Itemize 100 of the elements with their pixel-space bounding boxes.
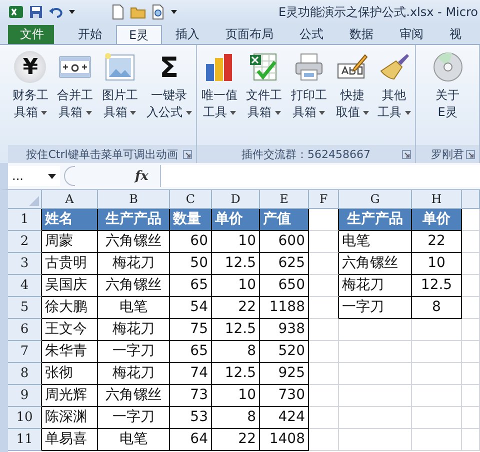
row-header[interactable]: 1	[8, 209, 42, 231]
table-cell: 电笔	[339, 231, 412, 253]
empty-cell	[412, 385, 462, 407]
empty-cell	[462, 385, 480, 407]
empty-cell	[412, 363, 462, 385]
file-tab[interactable]: 文件	[8, 25, 54, 44]
table-cell: 50	[170, 253, 212, 275]
table-cell: 单易喜	[42, 429, 98, 451]
ribbon-button[interactable]: 图片工 具箱	[100, 49, 139, 145]
row-header[interactable]: 5	[8, 297, 42, 319]
column-header[interactable]: H	[412, 190, 462, 209]
header-cell: 姓名	[42, 209, 98, 231]
table-cell: 22	[212, 297, 260, 319]
table-cell: 一字刀	[98, 341, 170, 363]
ribbon-tab[interactable]: E灵	[116, 25, 162, 44]
table-cell: 65	[170, 341, 212, 363]
table-cell: 424	[260, 407, 309, 429]
table-cell: 梅花刀	[98, 363, 170, 385]
ribbon-button[interactable]: 文件工 具箱	[245, 49, 284, 145]
ribbon-tab[interactable]: 公式	[288, 25, 336, 44]
new-document-icon[interactable]	[110, 4, 126, 20]
splitter-handle[interactable]	[64, 166, 75, 186]
ribbon-tab[interactable]: 数据	[338, 25, 386, 44]
ribbon-tab[interactable]: 审阅	[388, 25, 436, 44]
table-cell: 1188	[260, 297, 309, 319]
ribbon-tab[interactable]: 视	[438, 25, 474, 44]
table-cell: 一字刀	[98, 407, 170, 429]
column-header[interactable]: G	[339, 190, 412, 209]
empty-cell	[309, 363, 339, 385]
table-cell: 周蒙	[42, 231, 98, 253]
ribbon-tab[interactable]: 页面布局	[214, 25, 286, 44]
ribbon-button[interactable]: Σ 一键录 入公式	[146, 49, 193, 145]
dialog-launcher-icon[interactable]	[402, 150, 411, 159]
row-header[interactable]: 8	[8, 363, 42, 385]
ribbon-tab[interactable]: 插入	[164, 25, 212, 44]
dialog-launcher-icon[interactable]	[183, 150, 192, 159]
ribbon-button[interactable]: 快捷 取值	[334, 49, 370, 145]
column-header[interactable]: A	[42, 190, 98, 209]
table-cell: 74	[170, 363, 212, 385]
table-cell: 王文今	[42, 319, 98, 341]
table-cell: 64	[170, 429, 212, 451]
table-cell: 电笔	[98, 429, 170, 451]
group-label: 插件交流群：562458667	[242, 146, 370, 162]
dialog-launcher-icon[interactable]	[466, 150, 475, 159]
header-cell: 单价	[412, 209, 462, 231]
table-cell: 12.5	[212, 253, 260, 275]
ribbon-button[interactable]: 打印工 具箱	[290, 49, 328, 145]
table-cell: 925	[260, 363, 309, 385]
table-cell: 22	[212, 429, 260, 451]
row-header[interactable]: 11	[8, 429, 42, 451]
row-header[interactable]: 10	[8, 407, 42, 429]
yen-icon: ¥	[14, 51, 46, 83]
row-header[interactable]: 4	[8, 275, 42, 297]
column-header[interactable]: E	[260, 190, 309, 209]
empty-cell	[309, 275, 339, 297]
table-cell: 六角镙丝	[339, 253, 412, 275]
table-cell: 周光辉	[42, 385, 98, 407]
ribbon-button[interactable]: 唯一值 工具	[200, 49, 238, 145]
table-cell: 六角镙丝	[98, 231, 170, 253]
ribbon-button[interactable]: 其他 工具	[376, 49, 412, 145]
column-header[interactable]: B	[98, 190, 170, 209]
empty-cell	[462, 407, 480, 429]
brush-icon	[378, 52, 410, 82]
ribbon-button[interactable]: 合并工 具箱	[56, 49, 94, 145]
excel-logo-icon[interactable]	[8, 4, 24, 20]
empty-cell	[309, 231, 339, 253]
ribbon-button[interactable]: ¥ 财务工 具箱	[11, 49, 50, 145]
empty-cell	[309, 407, 339, 429]
ribbon-tab[interactable]: 开始	[66, 25, 114, 44]
row-header[interactable]: 2	[8, 231, 42, 253]
table-cell: 六角镙丝	[98, 275, 170, 297]
row-header[interactable]: 6	[8, 319, 42, 341]
table-cell: 10	[212, 385, 260, 407]
column-header[interactable]: D	[212, 190, 260, 209]
formula-input[interactable]	[160, 165, 480, 187]
empty-cell	[412, 407, 462, 429]
row-header[interactable]: 9	[8, 385, 42, 407]
row-header[interactable]: 7	[8, 341, 42, 363]
table-cell: 520	[260, 341, 309, 363]
table-cell: 10	[212, 275, 260, 297]
save-icon[interactable]	[28, 4, 44, 20]
table-cell: 730	[260, 385, 309, 407]
table-cell: 8	[212, 341, 260, 363]
table-cell: 1408	[260, 429, 309, 451]
name-box[interactable]: ...	[8, 166, 60, 186]
caret-icon[interactable]	[68, 8, 76, 16]
sigma-icon: Σ	[153, 51, 186, 83]
row-header[interactable]: 3	[8, 253, 42, 275]
table-cell: 8	[212, 407, 260, 429]
column-header[interactable]: F	[309, 190, 339, 209]
document-search-icon[interactable]	[150, 4, 166, 20]
empty-cell	[462, 275, 480, 297]
ribbon-button[interactable]: 关于 E灵	[430, 49, 464, 145]
caret-icon[interactable]	[170, 8, 178, 16]
table-cell: 60	[170, 231, 212, 253]
column-header[interactable]: C	[170, 190, 212, 209]
insert-function-button[interactable]: fx	[135, 168, 148, 184]
table-cell: 53	[170, 407, 212, 429]
empty-cell	[462, 253, 480, 275]
table-cell: 六角镙丝	[98, 385, 170, 407]
